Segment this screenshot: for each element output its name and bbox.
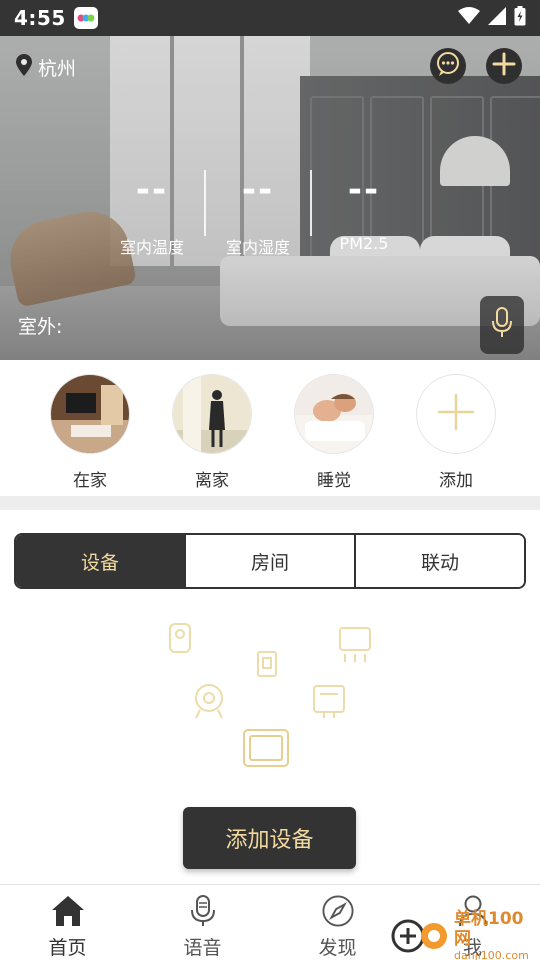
app-notification-icon [73,7,98,29]
location-pin-icon [16,54,32,81]
chat-bubble-icon [435,51,461,81]
status-bar: 4:55 [0,0,540,36]
voice-button[interactable] [480,296,524,354]
nav-home[interactable]: 首页 [0,885,135,960]
watermark-title: 单机100网 [454,909,524,949]
indoor-humidity-label: 室内湿度 [225,238,290,257]
scene-at-home[interactable]: 在家 [50,360,172,498]
tab-automation[interactable]: 联动 [354,535,524,587]
scene-at-home-image [50,374,130,454]
city-selector[interactable]: 杭州 [16,54,76,81]
scene-sleep-label: 睡觉 [317,471,351,491]
scene-add-label: 添加 [439,471,473,491]
pm25: -- PM2.5 [312,170,416,258]
indoor-humidity-value: -- [241,170,275,210]
section-divider [0,496,540,510]
scene-add-button[interactable] [416,374,496,454]
city-name: 杭州 [38,58,77,80]
tablet-icon [243,729,289,767]
signal-icon [488,7,506,29]
outdoor-label: 室外: [18,316,63,338]
wifi-icon [458,7,480,29]
scene-list: 在家 离家 睡觉 添加 [0,360,540,498]
empty-devices-illustration [160,620,390,780]
indoor-temperature: -- 室内温度 [100,170,204,258]
nav-discover-label: 发现 [318,937,357,959]
scene-at-home-label: 在家 [73,471,107,491]
heater-icon [313,685,345,718]
nav-voice-label: 语音 [183,937,222,959]
scene-add[interactable]: 添加 [416,360,538,498]
plus-icon [436,392,476,436]
scene-away-image [172,374,252,454]
scene-sleep[interactable]: 睡觉 [294,360,416,498]
tab-rooms[interactable]: 房间 [184,535,354,587]
compass-icon [321,895,355,931]
battery-icon [514,6,526,30]
nav-voice[interactable]: 语音 [135,885,270,960]
nav-discover[interactable]: 发现 [270,885,405,960]
message-button[interactable] [430,48,466,84]
hero-banner: 杭州 -- 室内温度 -- 室内湿度 -- PM2.5 室外: [0,36,540,360]
microphone-icon [491,307,513,343]
watermark: 单机100网 danji100.com [388,909,540,960]
indoor-temperature-label: 室内温度 [119,238,184,257]
scene-sleep-image [294,374,374,454]
add-device-button[interactable]: 添加设备 [183,807,356,869]
air-conditioner-icon [339,627,371,662]
nav-home-label: 首页 [48,937,87,959]
plus-icon [492,52,516,80]
scene-away[interactable]: 离家 [172,360,294,498]
watermark-logo-icon [388,914,450,958]
indoor-temperature-value: -- [135,170,169,210]
tab-bar: 设备 房间 联动 [14,533,526,589]
pm25-value: -- [347,170,381,210]
scene-away-label: 离家 [195,471,229,491]
microphone-icon [188,895,218,931]
add-button[interactable] [486,48,522,84]
watermark-url: danji100.com [454,949,529,960]
tab-devices[interactable]: 设备 [16,535,184,587]
status-time: 4:55 [14,6,66,30]
switch-icon [257,651,277,677]
pm25-label: PM2.5 [339,234,389,253]
camera-icon [169,623,191,653]
indoor-stats: -- 室内温度 -- 室内湿度 -- PM2.5 [100,170,416,258]
home-icon [51,895,85,931]
webcam-icon [195,684,223,719]
indoor-humidity: -- 室内湿度 [206,170,310,258]
